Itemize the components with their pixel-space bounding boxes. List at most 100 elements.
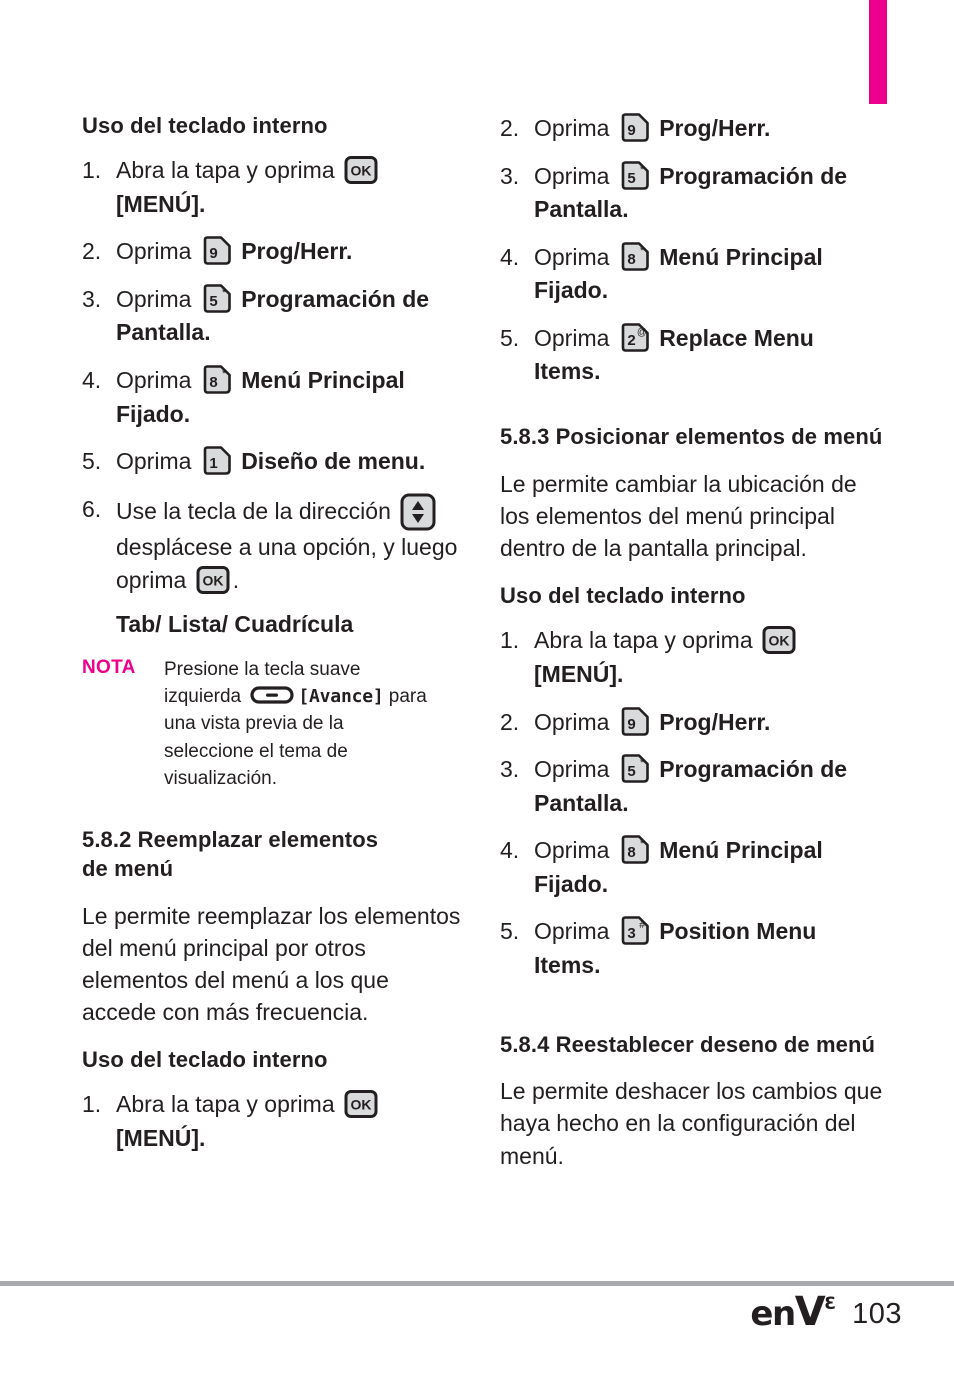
paragraph-section-5-8-2: Le permite reemplazar los elementos del …	[82, 902, 461, 1026]
svg-text:': '	[223, 238, 225, 250]
list-item: 4. Oprima 8 * Menú Principal Fijado.	[82, 364, 467, 431]
numeric-key-2-icon: 2 @	[619, 323, 650, 353]
step-text: Oprima	[116, 238, 192, 265]
section-tab-marker	[869, 0, 887, 104]
step-continuation-pre: oprima	[116, 567, 187, 594]
svg-text:8: 8	[209, 374, 217, 391]
step-number: 5.	[500, 324, 520, 351]
svg-text:3: 3	[627, 925, 635, 942]
step-number: 3.	[500, 162, 520, 189]
footer-divider	[0, 1281, 954, 1286]
numeric-key-1-icon: 1 '	[201, 446, 232, 476]
svg-text:9: 9	[627, 716, 635, 733]
step-text: Oprima	[534, 243, 610, 270]
note-line-2-post: para	[388, 685, 427, 707]
step-number: 6.	[82, 495, 102, 522]
step-bold-text: Programación de	[659, 756, 848, 783]
step-continuation: [MENÚ].	[116, 1124, 206, 1151]
svg-text:': '	[223, 448, 225, 460]
svg-text:5: 5	[209, 293, 217, 310]
step-continuation: [MENÚ].	[116, 190, 206, 217]
step-bold-text: Prog/Herr.	[659, 115, 771, 141]
paragraph-section-5-8-4: Le permite deshacer los cambios que haya…	[500, 1078, 883, 1169]
step-number: 1.	[82, 157, 102, 184]
page-footer: enV3 103	[0, 1290, 954, 1350]
step-continuation: Fijado.	[534, 870, 609, 897]
step-text: Oprima	[534, 918, 610, 945]
svg-text:8: 8	[627, 251, 635, 268]
list-item: 4. Oprima 8 * Menú Principal Fijado.	[500, 834, 885, 901]
step-text: Oprima	[534, 756, 610, 783]
option-list-tab-lista-cuadricula: Tab/ Lista/ Cuadrícula	[116, 610, 354, 637]
svg-text:9: 9	[209, 245, 217, 262]
step-continuation-3: oprima OK .	[116, 564, 467, 598]
page-number: 103	[852, 1298, 902, 1330]
note-block: NOTA Presione la tecla suave izquierda […	[82, 656, 467, 793]
step-bold-text: Position Menu	[659, 918, 817, 945]
svg-text:*: *	[222, 287, 227, 299]
ok-key-icon: OK	[344, 156, 378, 185]
svg-text:*: *	[222, 368, 227, 380]
svg-text:*: *	[640, 838, 645, 850]
svg-text:9: 9	[627, 122, 635, 139]
step-bold-text: Programación de	[659, 162, 848, 189]
step-number: 4.	[82, 367, 102, 394]
soft-key-icon	[250, 685, 294, 705]
list-item: 2. Oprima 9 ' Prog/Herr.	[500, 112, 885, 146]
step-number: 4.	[500, 243, 520, 270]
list-item: 3. Oprima 5 * Programación de Pantalla.	[82, 283, 467, 350]
svg-text:*: *	[640, 164, 645, 176]
step-text: Abra la tapa y oprima	[116, 157, 335, 184]
svg-text:1: 1	[209, 455, 217, 472]
step-text: Oprima	[116, 367, 192, 394]
list-item: 5. Oprima 3 # Position Menu Items.	[500, 915, 885, 982]
svg-text:OK: OK	[769, 633, 790, 649]
svg-text:8: 8	[627, 844, 635, 861]
heading-line-2: de menú	[82, 855, 174, 881]
ok-key-icon: OK	[762, 626, 796, 655]
step-continuation: Pantalla.	[534, 789, 629, 816]
numeric-key-8-icon: 8 *	[619, 835, 650, 865]
heading-section-5-8-3: 5.8.3 Posicionar elementos de menú	[500, 424, 883, 450]
step-bold-text: Replace Menu	[659, 324, 814, 351]
note-body: Presione la tecla suave izquierda [Avanc…	[164, 656, 467, 793]
svg-text:@: @	[637, 327, 647, 338]
step-bold-text: Menú Principal	[241, 367, 405, 394]
step-number: 3.	[82, 285, 102, 312]
step-continuation-post: .	[232, 567, 240, 594]
numeric-key-9-icon: 9 '	[619, 706, 650, 737]
svg-text:5: 5	[627, 170, 635, 187]
numeric-key-3-icon: 3 #	[619, 916, 650, 946]
numeric-key-8-icon: 8 *	[201, 365, 232, 395]
step-continuation: Fijado.	[534, 277, 609, 304]
step-text: Oprima	[534, 162, 610, 189]
list-item: 3. Oprima 5 * Programación de Pantalla.	[500, 753, 885, 820]
step-bold-text: Diseño de menu.	[241, 448, 426, 475]
list-item: 1. Abra la tapa y oprima OK [MENÚ].	[82, 154, 467, 221]
logo-superscript-3: 3	[824, 1294, 836, 1314]
step-bold-text: Prog/Herr.	[659, 708, 771, 735]
list-item: 2. Oprima 9 ' Prog/Herr.	[82, 235, 467, 269]
step-continuation: Pantalla.	[534, 196, 629, 223]
step-text: Abra la tapa y oprima	[534, 627, 753, 654]
step-number: 1.	[500, 627, 520, 654]
step-bold-text: Menú Principal	[659, 243, 823, 270]
step-text: Use la tecla de la dirección	[116, 497, 391, 524]
heading-uso-del-teclado-interno: Uso del teclado interno	[82, 113, 328, 138]
step-number: 3.	[500, 756, 520, 783]
step-number: 2.	[500, 708, 520, 735]
note-label: NOTA	[82, 656, 136, 678]
list-item: 1. Abra la tapa y oprima OK [MENÚ].	[500, 624, 885, 691]
note-line-4: seleccione el tema de	[164, 740, 348, 762]
step-continuation: [MENÚ].	[534, 660, 624, 687]
svg-text:OK: OK	[202, 573, 223, 589]
step-continuation: Pantalla.	[116, 319, 211, 346]
step-number: 5.	[500, 918, 520, 945]
note-line-1: Presione la tecla suave	[164, 658, 361, 680]
paragraph-section-5-8-3: Le permite cambiar la ubicación de los e…	[500, 470, 857, 562]
svg-text:2: 2	[627, 332, 635, 349]
numeric-key-8-icon: 8 *	[619, 241, 650, 272]
ok-key-icon: OK	[344, 1090, 378, 1119]
svg-text:OK: OK	[351, 163, 372, 179]
